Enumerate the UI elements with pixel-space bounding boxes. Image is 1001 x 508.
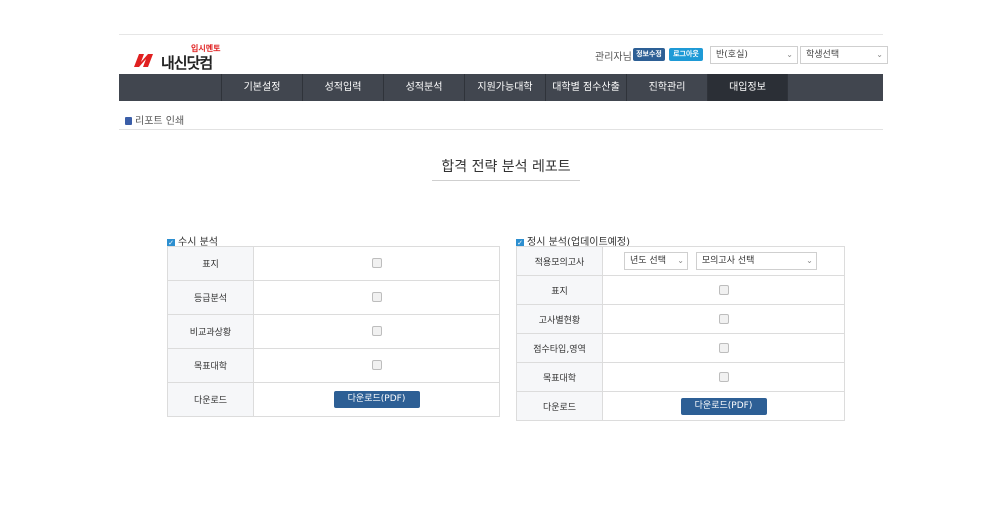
divider bbox=[119, 129, 883, 130]
table-row: 점수타입,영역 bbox=[516, 333, 845, 363]
row-label: 목표대학 bbox=[516, 362, 603, 392]
score-type-checkbox[interactable] bbox=[718, 342, 729, 353]
logout-button[interactable]: 로그아웃 bbox=[669, 48, 703, 61]
row-label: 점수타입,영역 bbox=[516, 333, 603, 363]
table-row: 표지 bbox=[516, 275, 845, 305]
row-label: 다운로드 bbox=[167, 382, 254, 417]
chevron-down-icon: ⌄ bbox=[876, 50, 883, 59]
cover-checkbox[interactable] bbox=[718, 284, 729, 295]
logo-mark-icon bbox=[134, 54, 153, 67]
checkbox-cell bbox=[253, 314, 500, 349]
main-nav: 기본설정 성적입력 성적분석 지원가능대학 대학별 점수산출 진학관리 대입정보 bbox=[119, 74, 883, 101]
brand-name: 내신닷컴 bbox=[161, 54, 213, 72]
nav-item-score-calculation[interactable]: 대학별 점수산출 bbox=[545, 74, 626, 101]
row-label: 등급분석 bbox=[167, 280, 254, 315]
grade-analysis-checkbox[interactable] bbox=[371, 292, 382, 303]
nav-item-eligible-universities[interactable]: 지원가능대학 bbox=[464, 74, 545, 101]
table-row: 다운로드 다운로드(PDF) bbox=[167, 382, 500, 417]
top-bar: 입시멘토 내신닷컴 관리자님 정보수정 로그아웃 반(호실) ⌄ 학생선택 ⌄ bbox=[119, 34, 888, 74]
susi-download-pdf-button[interactable]: 다운로드(PDF) bbox=[333, 391, 420, 408]
checkbox-cell bbox=[602, 275, 845, 305]
nav-item-admission-info[interactable]: 대입정보 bbox=[707, 74, 788, 101]
jeongsi-table: 적용모의고사 년도 선택 ⌄ 모의고사 선택 ⌄ 표지 고사별현황 점수타입,영역 … bbox=[516, 246, 845, 421]
row-label: 목표대학 bbox=[167, 348, 254, 383]
student-select[interactable]: 학생선택 ⌄ bbox=[800, 46, 888, 64]
nav-item-grade-analysis[interactable]: 성적분석 bbox=[383, 74, 464, 101]
row-label: 표지 bbox=[516, 275, 603, 305]
download-cell: 다운로드(PDF) bbox=[253, 382, 500, 417]
row-label: 비교과상황 bbox=[167, 314, 254, 349]
checkbox-cell bbox=[602, 333, 845, 363]
chevron-down-icon: ⌄ bbox=[806, 256, 813, 265]
table-row: 표지 bbox=[167, 246, 500, 281]
mock-exam-select[interactable]: 모의고사 선택 ⌄ bbox=[695, 252, 817, 270]
target-university-checkbox[interactable] bbox=[371, 360, 382, 371]
row-label: 표지 bbox=[167, 246, 254, 281]
chevron-down-icon: ⌄ bbox=[677, 256, 684, 265]
table-row: 적용모의고사 년도 선택 ⌄ 모의고사 선택 ⌄ bbox=[516, 246, 845, 276]
checkbox-cell bbox=[253, 348, 500, 383]
exam-status-checkbox[interactable] bbox=[718, 313, 729, 324]
nav-item-basic-settings[interactable]: 기본설정 bbox=[221, 74, 302, 101]
checkbox-cell bbox=[253, 280, 500, 315]
jeongsi-download-pdf-button[interactable]: 다운로드(PDF) bbox=[680, 397, 767, 415]
year-select[interactable]: 년도 선택 ⌄ bbox=[624, 252, 688, 270]
mock-exam-select-value: 모의고사 선택 bbox=[701, 256, 755, 266]
checkbox-cell bbox=[602, 304, 845, 334]
edit-info-button[interactable]: 정보수정 bbox=[633, 48, 665, 61]
page-title: 합격 전략 분석 레포트 bbox=[432, 156, 580, 181]
breadcrumb-label: 리포트 인쇄 bbox=[135, 116, 185, 127]
admin-label: 관리자님 bbox=[595, 52, 632, 63]
checkbox-cell bbox=[602, 362, 845, 392]
class-select-value: 반(호실) bbox=[716, 50, 748, 60]
table-row: 목표대학 bbox=[516, 362, 845, 392]
book-icon bbox=[125, 117, 132, 125]
table-row: 다운로드 다운로드(PDF) bbox=[516, 391, 845, 421]
class-select[interactable]: 반(호실) ⌄ bbox=[710, 46, 798, 64]
row-label: 고사별현황 bbox=[516, 304, 603, 334]
table-row: 목표대학 bbox=[167, 348, 500, 383]
breadcrumb: 리포트 인쇄 bbox=[125, 112, 184, 127]
select-cell: 년도 선택 ⌄ 모의고사 선택 ⌄ bbox=[602, 246, 845, 276]
download-cell: 다운로드(PDF) bbox=[602, 391, 845, 421]
table-row: 비교과상황 bbox=[167, 314, 500, 349]
chevron-down-icon: ⌄ bbox=[786, 50, 793, 59]
logo[interactable]: 입시멘토 내신닷컴 bbox=[133, 43, 243, 72]
susi-table: 표지 등급분석 비교과상황 목표대학 다운로드 다운로드(PDF) bbox=[167, 246, 500, 417]
year-select-value: 년도 선택 bbox=[630, 256, 666, 266]
target-university-checkbox[interactable] bbox=[718, 371, 729, 382]
app-frame: 입시멘토 내신닷컴 관리자님 정보수정 로그아웃 반(호실) ⌄ 학생선택 ⌄ … bbox=[119, 34, 888, 508]
table-row: 등급분석 bbox=[167, 280, 500, 315]
nav-item-admission-management[interactable]: 진학관리 bbox=[626, 74, 707, 101]
cover-checkbox[interactable] bbox=[371, 258, 382, 269]
student-select-value: 학생선택 bbox=[806, 50, 840, 60]
extracurricular-checkbox[interactable] bbox=[371, 326, 382, 337]
table-row: 고사별현황 bbox=[516, 304, 845, 334]
checkbox-cell bbox=[253, 246, 500, 281]
row-label: 다운로드 bbox=[516, 391, 603, 421]
row-label: 적용모의고사 bbox=[516, 246, 603, 276]
nav-item-grade-input[interactable]: 성적입력 bbox=[302, 74, 383, 101]
